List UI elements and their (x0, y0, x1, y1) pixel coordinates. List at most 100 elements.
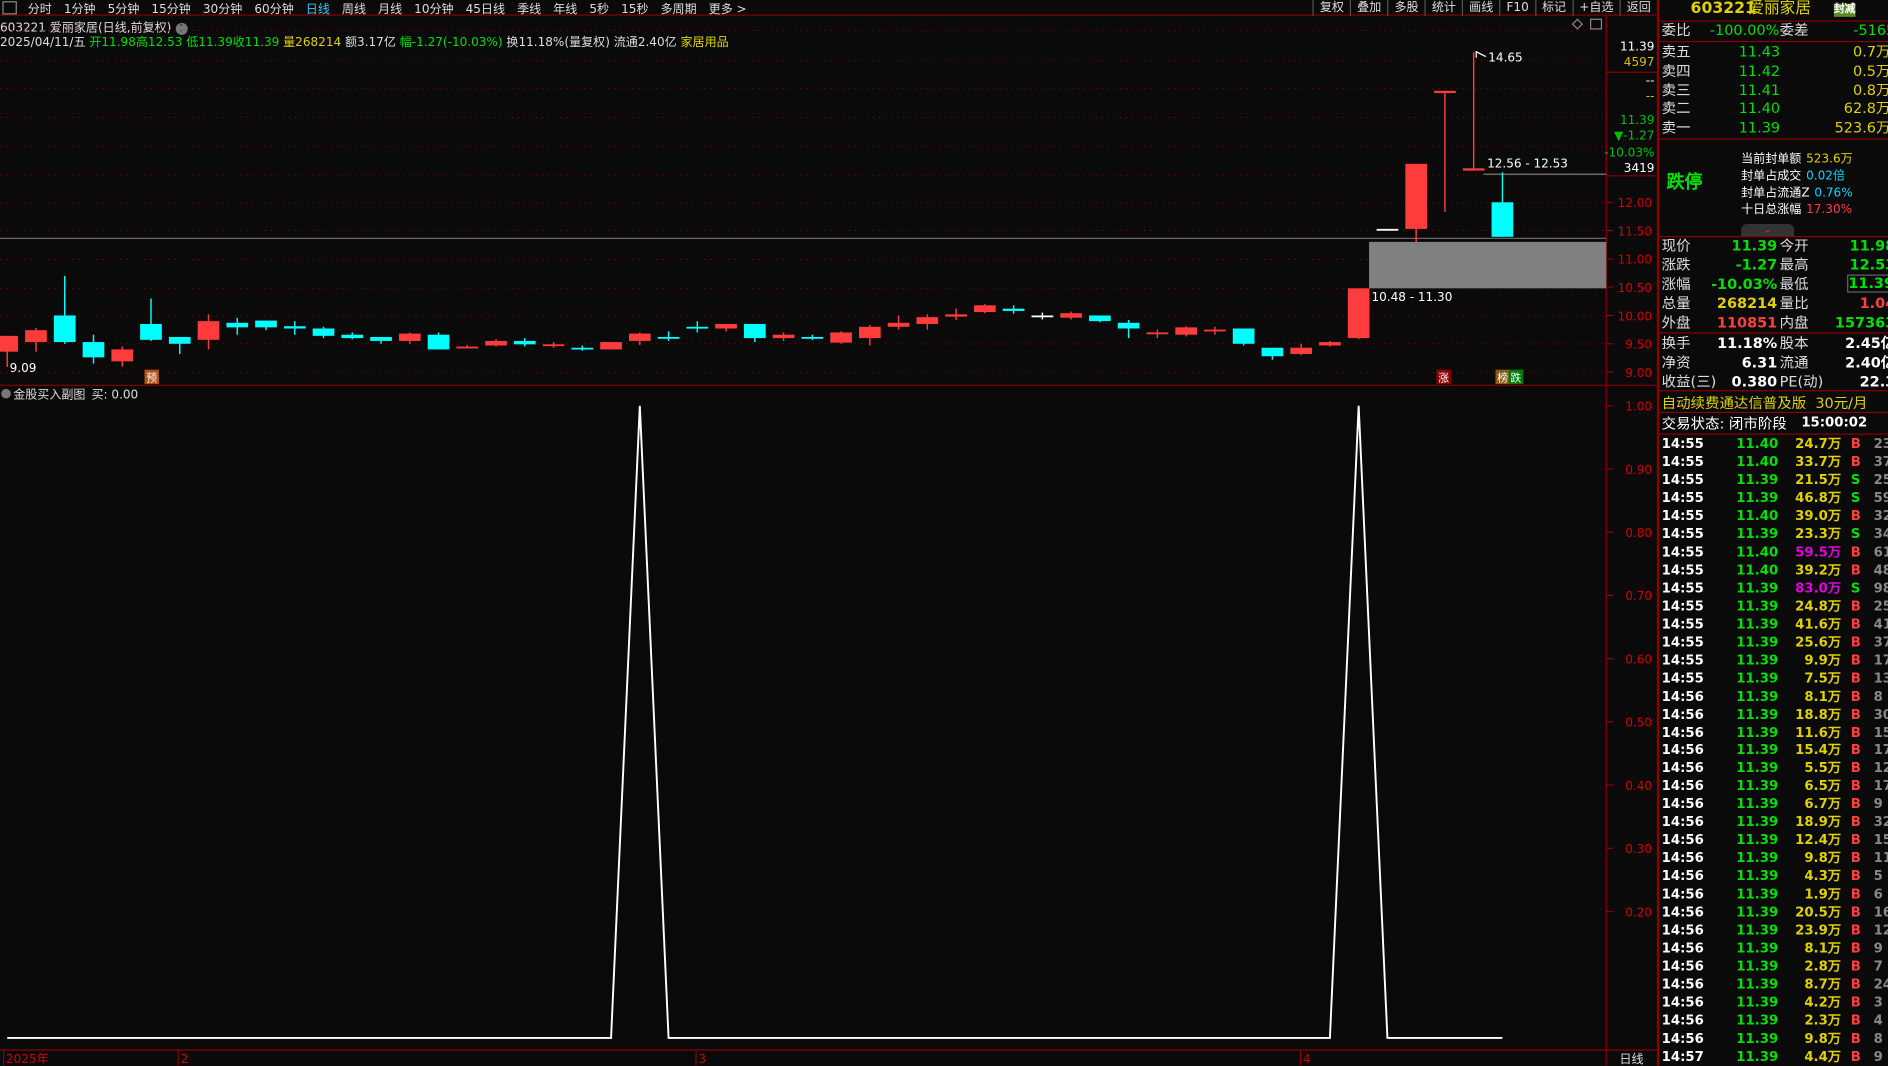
tick-time: 14:56 (1661, 940, 1704, 957)
period-label[interactable]: 日线 (1620, 1052, 1644, 1065)
tick-side: B (1850, 562, 1861, 578)
candle[interactable] (255, 320, 277, 331)
candle[interactable] (1031, 312, 1054, 320)
candle[interactable] (859, 325, 881, 346)
candle[interactable] (1434, 90, 1456, 212)
tick-volume: 2.8万 (1804, 958, 1842, 975)
candle[interactable] (341, 332, 364, 340)
tick-volume: 6.7万 (1804, 796, 1842, 813)
ask-row[interactable]: 卖四 11.42 0.5万 (1662, 61, 1888, 80)
tick-price: 11.39 (1736, 471, 1779, 488)
fund-value: 22.3 (1859, 373, 1888, 391)
tick-count: 17 (1873, 778, 1888, 795)
candle[interactable] (370, 336, 392, 344)
ask-row[interactable]: 卖五 11.43 0.7万 (1662, 42, 1888, 61)
candle-body (53, 315, 76, 343)
candle[interactable] (945, 308, 967, 321)
candle[interactable] (600, 342, 622, 350)
candle[interactable] (1060, 311, 1082, 320)
candle[interactable] (830, 331, 852, 344)
candle[interactable] (1117, 320, 1140, 339)
candle[interactable] (1347, 288, 1370, 340)
tick-row: 14:56 11.39 4.2万 B 3 (1662, 993, 1888, 1011)
candle[interactable] (542, 342, 565, 348)
candle[interactable] (226, 317, 249, 335)
candle[interactable] (974, 304, 996, 314)
candle[interactable] (801, 334, 824, 340)
candle[interactable] (456, 344, 479, 349)
tick-time: 14:56 (1661, 886, 1704, 903)
candle[interactable] (772, 332, 795, 341)
diamond-icon[interactable] (1571, 18, 1584, 30)
candle[interactable] (1290, 343, 1312, 356)
candle[interactable] (168, 336, 191, 354)
candle[interactable] (1376, 228, 1399, 231)
tick-count: 30 (1873, 706, 1888, 722)
candle[interactable] (1319, 340, 1341, 347)
candle[interactable] (657, 331, 680, 341)
kline-chart[interactable]: 14.659.0912.56 - 12.5310.48 - 11.30预涨榜跌 … (0, 0, 1657, 1066)
candle[interactable] (628, 332, 651, 345)
candle[interactable] (53, 275, 76, 344)
candle[interactable] (111, 346, 134, 367)
tick-time: 14:56 (1661, 688, 1704, 704)
quote-label: 量比 (1779, 295, 1809, 312)
seal-stat: 封单占流通Z 0.76% (1741, 182, 1853, 200)
tick-volume: 41.6万 (1795, 616, 1842, 632)
candle[interactable] (485, 339, 507, 347)
candle[interactable] (1491, 172, 1514, 237)
candle[interactable] (1232, 328, 1255, 346)
indicator-title[interactable]: 金股买入副图 (13, 387, 85, 402)
subscription-ad[interactable]: 自动续费通达信普及版 30元/月 (1662, 393, 1868, 413)
indicator-tick-label: 0.70 (1625, 589, 1652, 603)
tick-volume: 20.5万 (1795, 904, 1842, 921)
panel-toggle-icon[interactable] (1590, 18, 1603, 30)
tick-time: 14:56 (1661, 922, 1704, 939)
collapse-toggle[interactable]: ⌄ (1741, 223, 1795, 237)
tick-price: 11.39 (1736, 904, 1779, 921)
tick-count: 9 (1873, 940, 1883, 957)
candle[interactable] (1089, 315, 1111, 323)
candle[interactable] (427, 332, 450, 350)
candle[interactable] (743, 323, 766, 343)
candle[interactable] (513, 338, 536, 347)
candle[interactable] (571, 345, 594, 351)
tick-price: 11.39 (1736, 489, 1779, 506)
candle[interactable] (1405, 163, 1428, 242)
candle[interactable] (140, 298, 162, 341)
candle[interactable] (1146, 329, 1169, 339)
ask-row[interactable]: 卖三 11.41 0.8万 (1662, 80, 1888, 99)
candle[interactable] (1204, 326, 1226, 335)
candle[interactable] (916, 314, 939, 330)
candle-body (1232, 328, 1255, 344)
tick-volume: 9.8万 (1804, 850, 1842, 867)
tick-price: 11.39 (1736, 580, 1779, 596)
tick-time: 14:55 (1661, 634, 1704, 650)
candle-body (1376, 228, 1399, 231)
candle[interactable] (1261, 347, 1284, 360)
gap-upper-label: 12.56 - 12.53 (1487, 156, 1568, 170)
candle[interactable] (686, 321, 709, 333)
tick-count: 17 (1873, 652, 1888, 668)
candle[interactable] (25, 327, 47, 352)
indicator-tick-label: 1.00 (1625, 400, 1652, 414)
candle[interactable] (887, 315, 910, 330)
ask-row[interactable]: 卖一 11.39 523.6万 (1662, 118, 1888, 137)
indicator-menu-icon[interactable] (1, 388, 11, 399)
tick-side: B (1850, 616, 1861, 632)
ask-label: 卖三 (1661, 81, 1691, 99)
tick-time: 14:56 (1661, 994, 1704, 1011)
tick-side: B (1850, 832, 1861, 849)
candle[interactable] (1462, 52, 1485, 171)
ask-row[interactable]: 卖二 11.40 62.8万 (1662, 99, 1888, 118)
candle[interactable] (715, 323, 737, 332)
fund-label: 收益(三) (1661, 373, 1717, 391)
candle[interactable] (398, 332, 421, 344)
candle[interactable] (312, 326, 335, 339)
candle-body (715, 323, 737, 329)
candle[interactable] (1002, 305, 1025, 314)
candle[interactable] (197, 314, 220, 350)
candle[interactable] (283, 321, 306, 335)
candle[interactable] (82, 334, 105, 364)
candle[interactable] (1175, 326, 1197, 337)
